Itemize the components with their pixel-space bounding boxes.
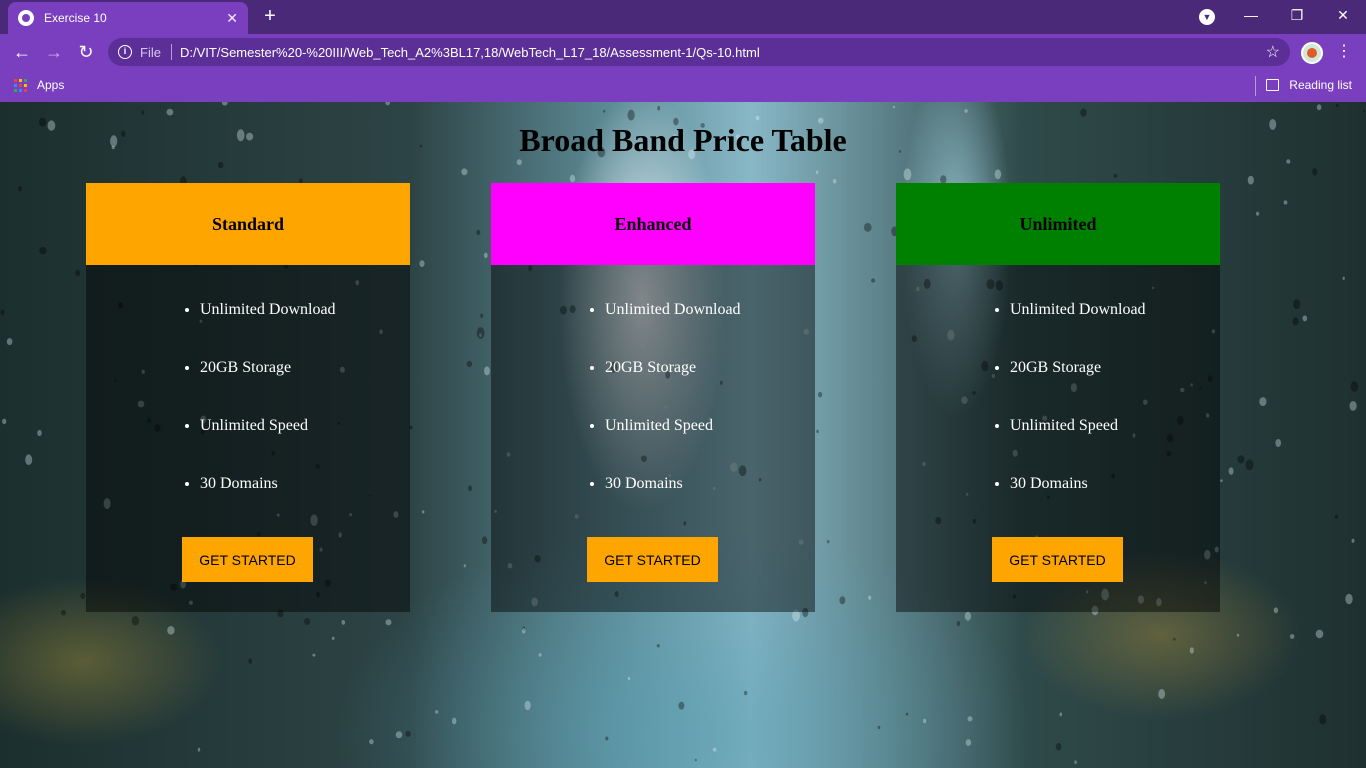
tab-title: Exercise 10	[44, 11, 107, 25]
get-started-button[interactable]: GET STARTED	[182, 537, 313, 582]
page-title: Broad Band Price Table	[519, 122, 847, 158]
restore-button[interactable]: ❐	[1274, 0, 1320, 32]
feature-item: 30 Domains	[605, 475, 815, 533]
bookmark-star-icon[interactable]: ☆	[1266, 42, 1280, 62]
feature-item: Unlimited Speed	[200, 417, 410, 475]
new-tab-button[interactable]: +	[258, 6, 282, 28]
feature-item: 20GB Storage	[1010, 359, 1220, 417]
tab-search-icon[interactable]: ▼	[1199, 9, 1215, 25]
plan-card-standard: Standard Unlimited Download 20GB Storage…	[86, 183, 410, 612]
feature-list: Unlimited Download 20GB Storage Unlimite…	[491, 301, 815, 533]
bookmarks-divider	[1255, 76, 1256, 96]
apps-label: Apps	[37, 78, 65, 92]
get-started-button[interactable]: GET STARTED	[992, 537, 1123, 582]
reload-icon[interactable]: ↻	[74, 40, 98, 64]
tab-exercise-10[interactable]: Exercise 10 ✕	[8, 2, 248, 34]
plan-card-unlimited: Unlimited Unlimited Download 20GB Storag…	[896, 183, 1220, 612]
address-divider	[170, 44, 172, 60]
apps-grid-icon	[14, 78, 27, 92]
page-content: Broad Band Price Table Standard Unlimite…	[0, 102, 1366, 768]
reading-list-label: Reading list	[1289, 78, 1352, 92]
feature-item: Unlimited Download	[605, 301, 815, 359]
address-url[interactable]: D:/VIT/Semester%20-%20III/Web_Tech_A2%3B…	[180, 45, 760, 60]
plan-header: Unlimited	[896, 183, 1220, 265]
plan-card-enhanced: Enhanced Unlimited Download 20GB Storage…	[491, 183, 815, 612]
close-window-button[interactable]: ✕	[1320, 0, 1366, 32]
menu-icon[interactable]: ⋮	[1336, 40, 1352, 64]
feature-item: Unlimited Download	[1010, 301, 1220, 359]
feature-item: Unlimited Speed	[1010, 417, 1220, 475]
plan-name: Unlimited	[1019, 213, 1097, 234]
get-started-button[interactable]: GET STARTED	[587, 537, 718, 582]
forward-icon[interactable]: →	[42, 40, 66, 64]
feature-item: 20GB Storage	[605, 359, 815, 417]
address-scheme: File	[140, 44, 161, 60]
browser-toolbar: ← → ↻ i File D:/VIT/Semester%20-%20III/W…	[0, 34, 1366, 70]
feature-list: Unlimited Download 20GB Storage Unlimite…	[86, 301, 410, 533]
plan-header: Standard	[86, 183, 410, 265]
close-tab-icon[interactable]: ✕	[226, 10, 238, 27]
tab-strip: Exercise 10 ✕ + ▼ — ❐ ✕	[0, 0, 1366, 34]
reading-list-button[interactable]: Reading list	[1266, 78, 1352, 92]
plan-name: Standard	[211, 213, 285, 234]
info-icon[interactable]: i	[118, 45, 132, 59]
globe-icon	[18, 10, 34, 26]
profile-avatar[interactable]	[1301, 42, 1323, 64]
feature-item: Unlimited Download	[200, 301, 410, 359]
bookmark-apps[interactable]: Apps	[14, 78, 64, 92]
feature-item: 20GB Storage	[200, 359, 410, 417]
feature-item: Unlimited Speed	[605, 417, 815, 475]
minimize-button[interactable]: —	[1228, 0, 1274, 32]
back-icon[interactable]: ←	[10, 40, 34, 64]
feature-list: Unlimited Download 20GB Storage Unlimite…	[896, 301, 1220, 533]
plan-header: Enhanced	[491, 183, 815, 265]
feature-item: 30 Domains	[1010, 475, 1220, 533]
reading-list-icon	[1266, 79, 1280, 91]
plan-name: Enhanced	[614, 213, 692, 234]
feature-item: 30 Domains	[200, 475, 410, 533]
bookmarks-bar: Apps Reading list	[0, 70, 1366, 102]
address-bar[interactable]: i File D:/VIT/Semester%20-%20III/Web_Tec…	[108, 38, 1290, 66]
